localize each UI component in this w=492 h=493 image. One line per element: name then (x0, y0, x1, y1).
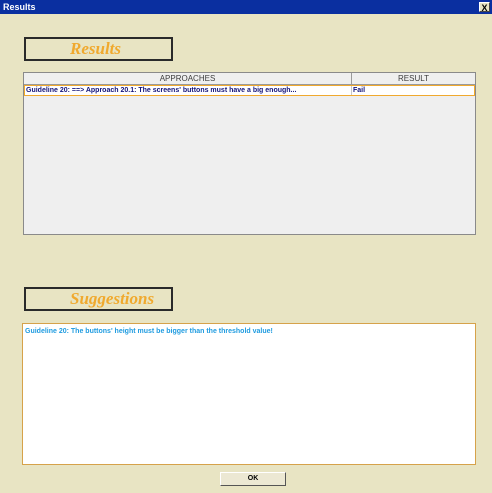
table-row[interactable]: Guideline 20: ==> Approach 20.1: The scr… (24, 85, 475, 96)
close-button[interactable]: X (479, 2, 490, 13)
suggestions-text-area[interactable]: Guideline 20: The buttons' height must b… (22, 323, 476, 465)
suggestion-item: Guideline 20: The buttons' height must b… (25, 328, 273, 335)
window-title: Results (3, 2, 36, 12)
title-bar: Results X (0, 0, 492, 14)
column-header-result[interactable]: RESULT (352, 73, 475, 84)
result-cell: Fail (353, 87, 366, 94)
approach-cell: Guideline 20: ==> Approach 20.1: The scr… (25, 86, 352, 95)
table-header: APPROACHES RESULT (24, 73, 475, 85)
results-title: Results (24, 37, 173, 61)
column-header-approaches[interactable]: APPROACHES (24, 73, 352, 84)
results-table: APPROACHES RESULT Guideline 20: ==> Appr… (23, 72, 476, 235)
ok-button[interactable]: OK (220, 472, 286, 486)
suggestions-title: Suggestions (24, 287, 173, 311)
